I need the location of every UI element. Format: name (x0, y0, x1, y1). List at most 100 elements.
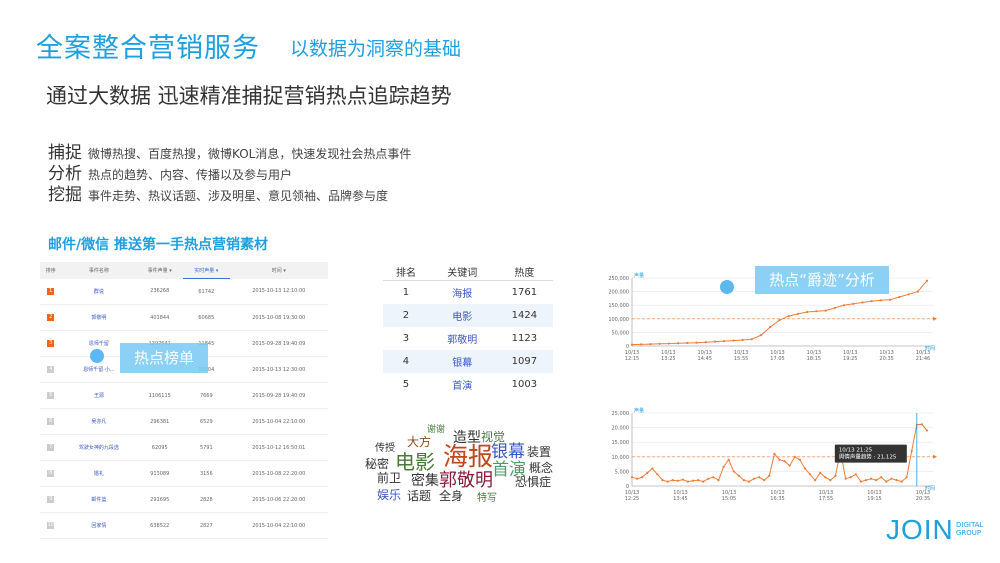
rank-cell: 1 (40, 278, 62, 305)
kw-word-cell[interactable]: 首演 (429, 373, 496, 396)
section-label: 邮件/微信 推送第一手热点营销素材 (48, 237, 268, 253)
data-point (686, 341, 689, 345)
col-kw-word: 关键词 (428, 262, 496, 281)
table-row[interactable]: 5 王源 1106115 7669 2015-09-28 19:40:09 (40, 382, 328, 409)
tooltip-time: 10/13 21:25 (839, 448, 873, 454)
table-row: 2 电影 1424 (383, 304, 553, 327)
event-link[interactable]: 邮件篮 (91, 497, 106, 503)
event-name-cell: 群说 (61, 278, 137, 305)
kw-rank-cell: 2 (383, 304, 429, 327)
data-point (869, 477, 873, 480)
table-row[interactable]: 8 婚礼 913089 3156 2015-10-08 22:20:00 (40, 460, 328, 487)
live-volume-cell: 3156 (183, 460, 230, 487)
kw-heat-cell: 1424 (495, 304, 553, 327)
logo-wordmark: JOIN (886, 514, 954, 545)
x-tick-label: 10/13 15:55 (734, 350, 748, 362)
kw-heat-cell: 1097 (495, 350, 553, 373)
word-cloud-term: 传授 (375, 443, 395, 454)
event-link[interactable]: 恩师千留 (89, 341, 109, 347)
col-rank[interactable]: 排序 (40, 262, 62, 279)
data-point (723, 340, 726, 343)
event-link[interactable]: 回家情 (91, 523, 106, 529)
data-point (925, 429, 929, 432)
y-tick-label: 5,000 (615, 469, 629, 475)
data-point (885, 480, 888, 483)
word-cloud-term: 娱乐 (377, 488, 402, 502)
x-tick-label: 10/13 19:25 (843, 350, 857, 362)
x-tick-label: 10/13 20:35 (916, 490, 930, 502)
data-point (895, 479, 898, 482)
keyword-header-row: 排名 关键词 热度 (383, 262, 553, 281)
time-cell: 2015-10-13 12:10:00 (229, 278, 328, 305)
data-point (783, 460, 786, 463)
y-tick-label: 150,000 (608, 303, 629, 309)
kw-word-cell[interactable]: 海报 (429, 281, 496, 305)
col-event[interactable]: 事件名称 (61, 262, 137, 279)
data-point (815, 310, 818, 313)
rank-badge: 8 (47, 470, 55, 477)
table-row[interactable]: 7 驾驶女神的九段选 62095 5791 2015-10-12 16:50:01 (40, 434, 328, 461)
data-point (870, 300, 873, 303)
data-point (763, 479, 766, 482)
rank-badge: 3 (47, 340, 55, 347)
word-cloud: 谢谢 造型 视觉 大方 银幕 装置 传授 电影 海报 秘密 首演 概念 前卫 密集 郭敬明 恐惧症 娱乐 话题 全身… (365, 418, 575, 518)
word-cloud-term: 概念 (529, 461, 554, 475)
y-tick-label: 250,000 (608, 276, 629, 282)
event-link[interactable]: 婚礼 (94, 471, 104, 477)
event-link[interactable]: 驾驶女神的九段选 (79, 445, 119, 451)
table-row[interactable]: 1 群说 236268 61742 2015-10-13 12:10:00 (40, 278, 328, 305)
rank-cell: 7 (40, 434, 62, 461)
total-volume-cell: 1106115 (136, 382, 184, 409)
kw-word-cell[interactable]: 郭敬明 (429, 327, 496, 350)
data-point (889, 298, 892, 301)
data-point (640, 343, 643, 346)
reference-arrow (933, 454, 937, 459)
time-cell: 2015-10-08 22:20:00 (229, 460, 328, 487)
time-cell: 2015-10-12 16:50:01 (229, 434, 328, 461)
rank-cell: 10 (40, 512, 62, 539)
kw-word-cell[interactable]: 电影 (428, 304, 496, 327)
data-point (686, 480, 690, 483)
x-tick-label: 10/13 13:25 (661, 350, 675, 362)
col-live[interactable]: 实时声量 ▾ (183, 262, 230, 279)
data-point (859, 480, 862, 483)
event-link[interactable]: 吴亦凡 (91, 419, 106, 425)
data-point (861, 301, 864, 304)
data-point (750, 338, 753, 341)
kw-word-cell[interactable]: 银幕 (428, 350, 496, 373)
event-link[interactable]: 王源 (94, 393, 104, 399)
data-point (741, 338, 744, 342)
table-row[interactable]: 2 郭敬明 401844 60685 2015-10-08 19:30:00 (40, 304, 328, 331)
data-point (759, 334, 763, 337)
event-link[interactable]: 郭敬明 (91, 315, 106, 321)
data-point (769, 325, 772, 329)
x-tick-label: 10/13 17:05 (770, 350, 784, 362)
logo-side-text: DIGITAL GROUP (956, 521, 984, 537)
word-cloud-term: 恐惧症 (515, 475, 552, 489)
data-point (824, 476, 827, 479)
col-time[interactable]: 时间 ▾ (229, 262, 328, 279)
x-tick-label: 10/13 16:35 (770, 490, 784, 502)
rank-badge: 10 (47, 522, 55, 529)
data-point (819, 471, 822, 474)
word-cloud-term: 密集 (411, 473, 439, 489)
table-row[interactable]: 6 吴亦凡 296381 6529 2015-10-04 22:10:00 (40, 408, 328, 435)
ranking-table: 排序 事件名称 事件声量 ▾ 实时声量 ▾ 时间 ▾ 1 群说 236268 6174… (40, 262, 328, 539)
bullet-keyword: 挖掘 (48, 185, 82, 205)
table-row[interactable]: 10 回家情 638522 2827 2015-10-04 22:10:00 (40, 512, 328, 539)
kw-rank-cell: 4 (383, 350, 429, 373)
y-axis-label: 声量 (634, 272, 644, 279)
time-cell: 2015-10-06 22:20:00 (229, 486, 328, 513)
data-point (707, 477, 710, 480)
event-link[interactable]: 恩师千留·小... (83, 367, 114, 373)
kw-heat-cell: 1761 (511, 287, 538, 298)
data-point (752, 477, 756, 480)
x-tick-label: 10/13 17:55 (819, 490, 833, 502)
live-volume-cell: 7669 (183, 382, 230, 409)
table-row[interactable]: 9 邮件篮 291695 2828 2015-10-06 22:20:00 (40, 486, 328, 513)
data-point (864, 479, 868, 482)
event-link[interactable]: 群说 (94, 289, 104, 295)
y-tick-label: 20,000 (612, 426, 630, 432)
col-total[interactable]: 事件声量 ▾ (136, 262, 184, 279)
event-name-cell: 吴亦凡 (61, 408, 137, 435)
